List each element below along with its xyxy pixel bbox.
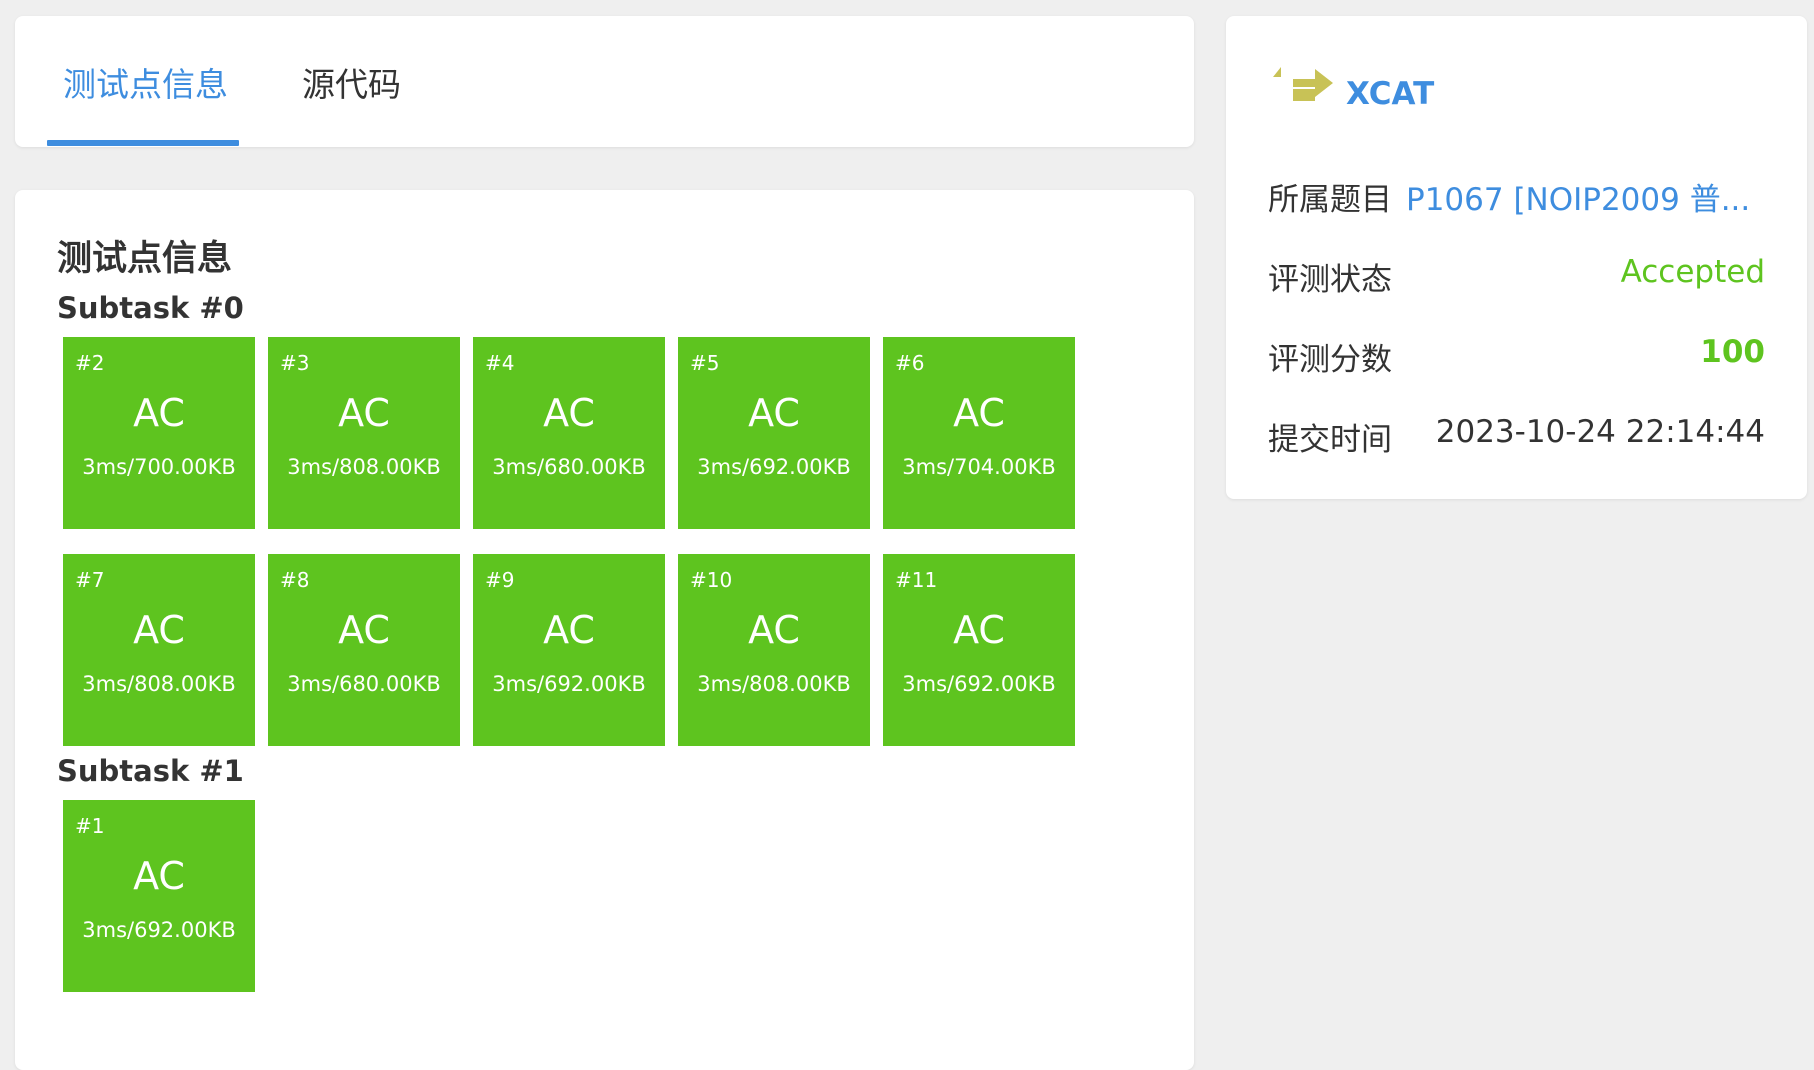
status-value: Accepted bbox=[1620, 254, 1765, 290]
testcase-tile[interactable]: #7 AC 3ms/808.00KB bbox=[63, 554, 255, 746]
testcase-status: AC bbox=[953, 608, 1005, 652]
testcase-id: #9 bbox=[485, 568, 515, 592]
testcase-status: AC bbox=[543, 391, 595, 435]
testcase-status: AC bbox=[543, 608, 595, 652]
active-tab-indicator bbox=[47, 140, 239, 146]
testcase-time-memory: 3ms/704.00KB bbox=[902, 455, 1056, 479]
testcase-tile[interactable]: #5 AC 3ms/692.00KB bbox=[678, 337, 870, 529]
testcase-tile[interactable]: #11 AC 3ms/692.00KB bbox=[883, 554, 1075, 746]
testcase-status: AC bbox=[338, 608, 390, 652]
testcase-time-memory: 3ms/680.00KB bbox=[287, 672, 441, 696]
testcase-id: #11 bbox=[895, 568, 938, 592]
testcase-id: #5 bbox=[690, 351, 720, 375]
problem-link[interactable]: P1067 [NOIP2009 普... bbox=[1406, 174, 1766, 219]
user-badge-icon bbox=[1273, 67, 1333, 101]
testcase-time-memory: 3ms/808.00KB bbox=[697, 672, 851, 696]
testcase-id: #4 bbox=[485, 351, 515, 375]
tab-testcase-info[interactable]: 测试点信息 bbox=[47, 16, 239, 147]
tab-source-code[interactable]: 源代码 bbox=[285, 16, 435, 147]
testcase-tile[interactable]: #9 AC 3ms/692.00KB bbox=[473, 554, 665, 746]
testcase-time-memory: 3ms/700.00KB bbox=[82, 455, 236, 479]
submit-time-label: 提交时间 bbox=[1268, 422, 1392, 458]
testcase-id: #2 bbox=[75, 351, 105, 375]
section-title: 测试点信息 bbox=[57, 239, 233, 279]
testcase-status: AC bbox=[133, 608, 185, 652]
testcase-id: #7 bbox=[75, 568, 105, 592]
score-value: 100 bbox=[1700, 334, 1765, 370]
testcase-status: AC bbox=[133, 391, 185, 435]
testcase-status: AC bbox=[748, 391, 800, 435]
testcase-id: #6 bbox=[895, 351, 925, 375]
testcase-status: AC bbox=[953, 391, 1005, 435]
subtask-title: Subtask #1 bbox=[57, 754, 244, 788]
testcase-time-memory: 3ms/692.00KB bbox=[492, 672, 646, 696]
testcase-id: #10 bbox=[690, 568, 733, 592]
testcase-tile[interactable]: #10 AC 3ms/808.00KB bbox=[678, 554, 870, 746]
submit-time-value: 2023-10-24 22:14:44 bbox=[1435, 414, 1765, 450]
tab-testcase-info-label: 测试点信息 bbox=[63, 65, 228, 104]
testcase-id: #3 bbox=[280, 351, 310, 375]
testcase-tile[interactable]: #1 AC 3ms/692.00KB bbox=[63, 800, 255, 992]
testcase-time-memory: 3ms/692.00KB bbox=[697, 455, 851, 479]
testcase-time-memory: 3ms/808.00KB bbox=[82, 672, 236, 696]
tab-source-code-label: 源代码 bbox=[302, 65, 401, 104]
testcase-tile[interactable]: #6 AC 3ms/704.00KB bbox=[883, 337, 1075, 529]
testcase-status: AC bbox=[338, 391, 390, 435]
testcase-id: #1 bbox=[75, 814, 105, 838]
user-name-link[interactable]: XCAT bbox=[1346, 76, 1434, 112]
testcase-time-memory: 3ms/808.00KB bbox=[287, 455, 441, 479]
testcase-tile[interactable]: #8 AC 3ms/680.00KB bbox=[268, 554, 460, 746]
testcase-time-memory: 3ms/692.00KB bbox=[82, 918, 236, 942]
testcase-tile[interactable]: #2 AC 3ms/700.00KB bbox=[63, 337, 255, 529]
status-label: 评测状态 bbox=[1268, 262, 1392, 298]
testcase-time-memory: 3ms/680.00KB bbox=[492, 455, 646, 479]
testcase-status: AC bbox=[133, 854, 185, 898]
testcases-card: 测试点信息 Subtask #0 #2 AC 3ms/700.00KB #3 AC 3ms/… bbox=[15, 190, 1194, 1070]
testcase-time-memory: 3ms/692.00KB bbox=[902, 672, 1056, 696]
testcase-status: AC bbox=[748, 608, 800, 652]
submission-info-card: XCAT 所属题目 P1067 [NOIP2009 普... 评测状态 Acce… bbox=[1226, 16, 1807, 499]
testcase-tile[interactable]: #4 AC 3ms/680.00KB bbox=[473, 337, 665, 529]
subtask-title: Subtask #0 bbox=[57, 291, 244, 325]
testcase-id: #8 bbox=[280, 568, 310, 592]
testcase-tile[interactable]: #3 AC 3ms/808.00KB bbox=[268, 337, 460, 529]
score-label: 评测分数 bbox=[1268, 342, 1392, 378]
tabs-card: 测试点信息 源代码 bbox=[15, 16, 1194, 147]
problem-label: 所属题目 bbox=[1268, 182, 1392, 218]
